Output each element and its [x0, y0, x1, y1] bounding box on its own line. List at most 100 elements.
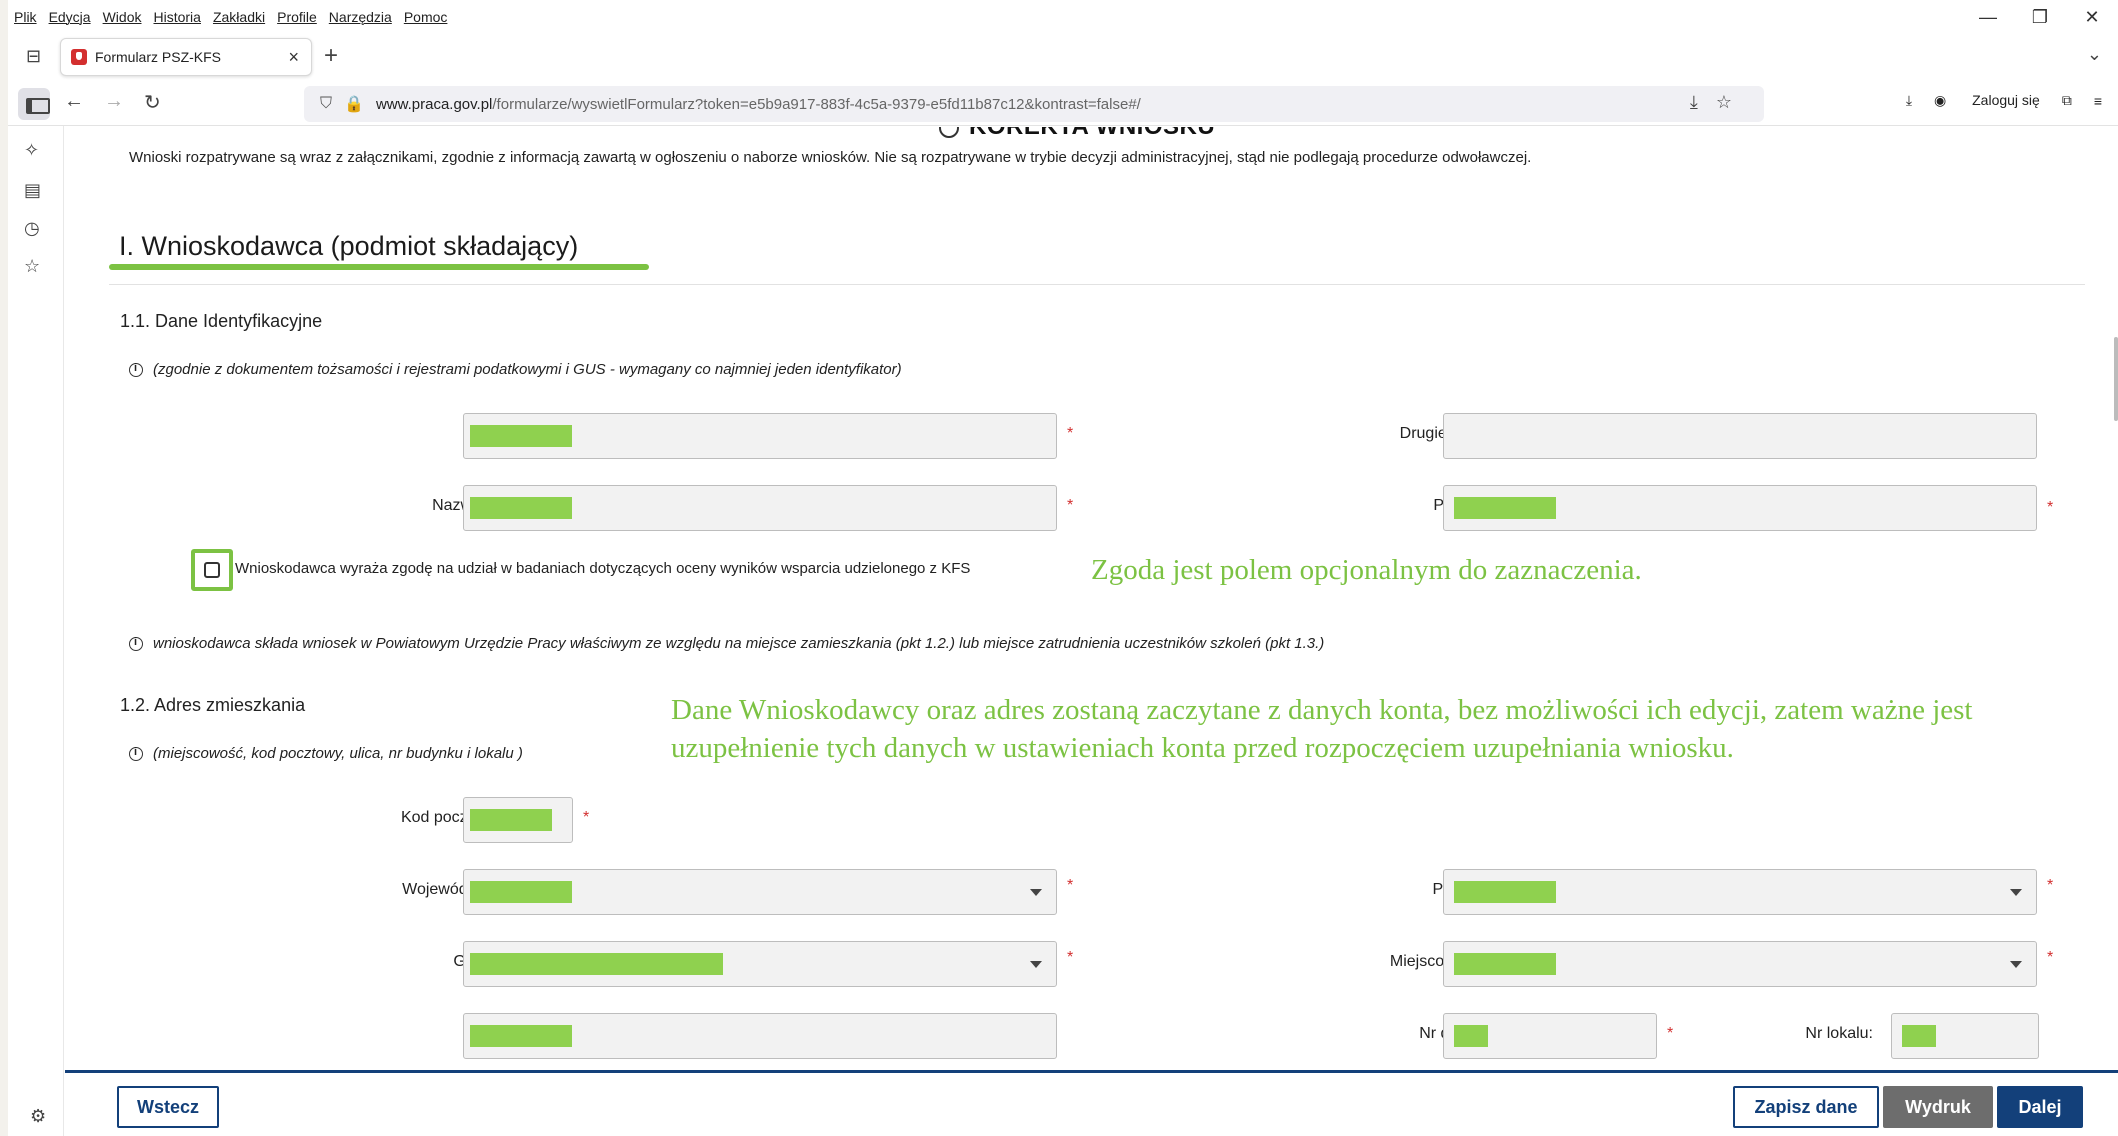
- input-nr-lokalu[interactable]: [1891, 1013, 2039, 1059]
- menu-plik[interactable]: Plik: [14, 9, 37, 25]
- notice-text: Wnioski rozpatrywane są wraz z załącznik…: [129, 149, 1532, 166]
- input-pesel[interactable]: [1443, 485, 2037, 531]
- url-domain: www.praca.gov.pl: [375, 95, 493, 113]
- next-button[interactable]: Dalej: [1997, 1086, 2083, 1128]
- bookmark-star-icon[interactable]: ☆: [1716, 92, 1750, 112]
- required-mark: *: [1067, 497, 1074, 514]
- window-controls: — ❐ ✕: [1962, 0, 2118, 34]
- redacted-value: [1454, 953, 1556, 975]
- subsection-1-2-title: 1.2. Adres zmieszkania: [120, 695, 306, 715]
- url-bar[interactable]: ⛉ 🔒 www.praca.gov.pl /formularze/wyswiet…: [304, 86, 1764, 122]
- url-path: /formularze/wyswietlFormularz?token=e5b9…: [492, 95, 1141, 113]
- required-mark: *: [2047, 499, 2054, 516]
- back-arrow-icon[interactable]: ←: [64, 90, 84, 113]
- history-clock-icon[interactable]: ◷: [24, 218, 40, 239]
- menu-edycja[interactable]: Edycja: [49, 9, 91, 25]
- info-icon: [129, 746, 143, 761]
- tab-formularz[interactable]: Formularz PSZ-KFS ×: [60, 38, 312, 76]
- select-wojewodztwo[interactable]: [463, 869, 1057, 915]
- toolbar-right: ⤓ ◉ Zaloguj się ⧉ ≡: [1884, 92, 2102, 109]
- tab-list-icon[interactable]: ⊟: [26, 46, 41, 67]
- account-button[interactable]: ◉ Zaloguj się: [1934, 92, 2040, 109]
- redacted-value: [470, 953, 723, 975]
- chevron-down-icon[interactable]: ⌄: [2087, 44, 2102, 65]
- section-title: I. Wnioskodawca (podmiot składający): [119, 231, 579, 261]
- info-pup: wnioskodawca składa wniosek w Powiatowym…: [129, 635, 1324, 652]
- info-address-text: (miejscowość, kod pocztowy, ulica, nr bu…: [153, 745, 523, 762]
- select-gmina[interactable]: [463, 941, 1057, 987]
- menu-pomoc[interactable]: Pomoc: [404, 9, 448, 25]
- section-underline: [109, 264, 649, 270]
- subsection-1-1-title: 1.1. Dane Identyfikacyjne: [120, 311, 323, 331]
- required-mark: *: [2047, 877, 2054, 894]
- downloads-icon[interactable]: ⤓: [1906, 92, 1912, 109]
- menu-profile[interactable]: Profile: [277, 9, 317, 25]
- shield-icon[interactable]: ⛉: [320, 95, 332, 113]
- input-nr-domu[interactable]: [1443, 1013, 1657, 1059]
- section-divider: [109, 284, 2085, 285]
- info-address: (miejscowość, kod pocztowy, ulica, nr bu…: [129, 745, 523, 762]
- korekta-label: KOREKTA WNIOSKU: [969, 127, 1215, 140]
- redacted-value: [470, 881, 572, 903]
- required-mark: *: [1067, 877, 1074, 894]
- settings-gear-icon[interactable]: ⚙: [30, 1106, 46, 1127]
- restore-button[interactable]: ❐: [2014, 7, 2066, 28]
- sidebar-toggle-icon[interactable]: [18, 88, 50, 120]
- input-drugie-imie[interactable]: [1443, 413, 2037, 459]
- required-mark: *: [1667, 1025, 1674, 1042]
- forward-arrow-icon[interactable]: →: [104, 90, 124, 113]
- menu-zakladki[interactable]: Zakładki: [213, 9, 265, 25]
- required-mark: *: [1067, 425, 1074, 442]
- hamburger-menu-icon[interactable]: ≡: [2094, 93, 2102, 109]
- tab-bar: ⊟ Formularz PSZ-KFS × + ⌄: [8, 34, 2118, 82]
- tab-close-icon[interactable]: ×: [288, 47, 299, 68]
- label-nr-lokalu: Nr lokalu:: [1805, 1025, 1873, 1042]
- consent-checkbox[interactable]: [204, 562, 220, 578]
- input-imie[interactable]: [463, 413, 1057, 459]
- extensions-icon[interactable]: ⧉: [2062, 92, 2072, 109]
- save-page-icon[interactable]: ⤓: [1690, 92, 1716, 112]
- redacted-value: [470, 425, 572, 447]
- redacted-value: [470, 809, 552, 831]
- lock-icon[interactable]: 🔒: [344, 94, 364, 114]
- dropdown-caret-icon: [2010, 889, 2022, 896]
- navigation-bar: ← → ↻ ⛉ 🔒 www.praca.gov.pl /formularze/w…: [8, 82, 2118, 126]
- menu-narzedzia[interactable]: Narzędzia: [329, 9, 392, 25]
- bookmarks-star-icon[interactable]: ☆: [24, 256, 40, 277]
- new-tab-button[interactable]: +: [324, 42, 338, 70]
- input-nazwisko[interactable]: [463, 485, 1057, 531]
- korekta-option[interactable]: KOREKTA WNIOSKU: [939, 127, 1215, 141]
- scrollbar-thumb[interactable]: [2114, 337, 2118, 421]
- dropdown-caret-icon: [1030, 889, 1042, 896]
- menu-widok[interactable]: Widok: [103, 9, 142, 25]
- url-actions: ⤓☆: [1690, 92, 1750, 113]
- info-identifiers-text: (zgodnie z dokumentem tożsamości i rejes…: [153, 361, 902, 378]
- synced-tabs-icon[interactable]: ▤: [24, 180, 41, 201]
- input-kod-pocztowy[interactable]: [463, 797, 573, 843]
- reload-icon[interactable]: ↻: [144, 90, 161, 115]
- redacted-value: [1902, 1025, 1936, 1047]
- menu-historia[interactable]: Historia: [154, 9, 201, 25]
- redacted-value: [1454, 881, 1556, 903]
- back-button[interactable]: Wstecz: [117, 1086, 219, 1128]
- select-powiat[interactable]: [1443, 869, 2037, 915]
- window-close-button[interactable]: ✕: [2066, 7, 2118, 28]
- form-footer: Wstecz Zapisz dane Wydruk Dalej: [65, 1070, 2118, 1136]
- consent-label[interactable]: Wnioskodawca wyraża zgodę na udział w ba…: [235, 560, 970, 577]
- required-mark: *: [1067, 949, 1074, 966]
- browser-sidebar: ✧ ▤ ◷ ☆: [8, 126, 64, 1136]
- form-content: KOREKTA WNIOSKU Wnioski rozpatrywane są …: [65, 127, 2118, 1070]
- ai-sparkle-icon[interactable]: ✧: [24, 140, 39, 161]
- browser-window: Plik Edycja Widok Historia Zakładki Prof…: [8, 0, 2118, 1136]
- print-button[interactable]: Wydruk: [1883, 1086, 1993, 1128]
- input-ulica[interactable]: [463, 1013, 1057, 1059]
- required-mark: *: [2047, 949, 2054, 966]
- info-icon: [129, 636, 143, 651]
- redacted-value: [1454, 1025, 1488, 1047]
- select-miejscowosc[interactable]: [1443, 941, 2037, 987]
- korekta-radio[interactable]: [939, 127, 959, 138]
- minimize-button[interactable]: —: [1962, 7, 2014, 28]
- dropdown-caret-icon: [2010, 961, 2022, 968]
- save-button[interactable]: Zapisz dane: [1733, 1086, 1879, 1128]
- redacted-value: [470, 1025, 572, 1047]
